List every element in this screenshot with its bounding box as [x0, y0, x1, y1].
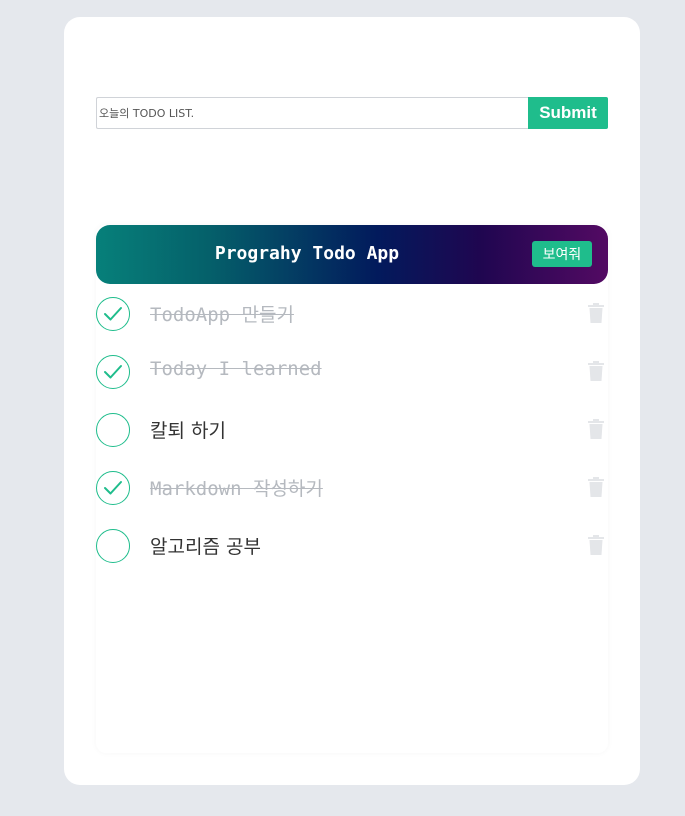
- todo-text: Today I learned: [150, 358, 322, 380]
- trash-icon[interactable]: [587, 419, 605, 439]
- todo-form: Submit: [96, 97, 608, 129]
- list-header: Prograhy Todo App 보여줘: [96, 225, 608, 284]
- todo-checkbox[interactable]: [96, 355, 130, 389]
- show-button[interactable]: 보여줘: [532, 241, 592, 267]
- submit-button[interactable]: Submit: [528, 97, 608, 129]
- todo-checkbox[interactable]: [96, 297, 130, 331]
- todo-checkbox[interactable]: [96, 471, 130, 505]
- todo-checkbox[interactable]: [96, 529, 130, 563]
- todo-text: 알고리즘 공부: [150, 536, 261, 558]
- trash-icon[interactable]: [587, 361, 605, 381]
- trash-icon[interactable]: [587, 477, 605, 497]
- todo-item: Markdown 작성하기: [96, 458, 608, 516]
- todo-card: Submit Prograhy Todo App 보여줘 TodoApp 만들기…: [64, 17, 640, 785]
- todo-list-panel: Prograhy Todo App 보여줘 TodoApp 만들기 Today …: [96, 225, 608, 753]
- check-icon: [104, 307, 122, 321]
- todo-checkbox[interactable]: [96, 413, 130, 447]
- todo-text: TodoApp 만들기: [150, 304, 294, 326]
- todo-text: Markdown 작성하기: [150, 478, 323, 500]
- check-icon: [104, 365, 122, 379]
- todo-item: 칼퇴 하기: [96, 400, 608, 458]
- todo-item: Today I learned: [96, 342, 608, 400]
- check-icon: [104, 481, 122, 495]
- todo-input[interactable]: [96, 97, 528, 129]
- app-title: Prograhy Todo App: [214, 243, 400, 264]
- todo-text: 칼퇴 하기: [150, 420, 226, 442]
- trash-icon[interactable]: [587, 303, 605, 323]
- trash-icon[interactable]: [587, 535, 605, 555]
- todo-item: TodoApp 만들기: [96, 284, 608, 342]
- todo-item: 알고리즘 공부: [96, 516, 608, 574]
- todo-list: TodoApp 만들기 Today I learned 칼퇴 하기 Markdo…: [96, 284, 608, 574]
